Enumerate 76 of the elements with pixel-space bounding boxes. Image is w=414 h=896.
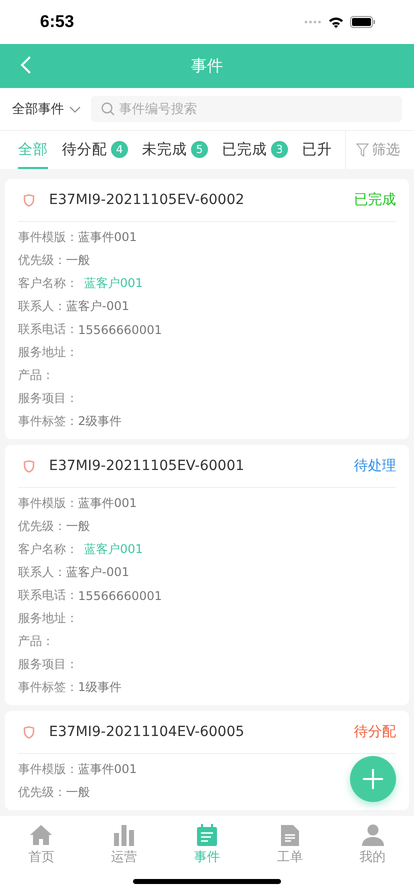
event-number: E37MI9-20211105EV-60001 bbox=[49, 458, 246, 474]
field-label: 优先级： bbox=[18, 252, 66, 269]
field-label: 产品： bbox=[18, 367, 54, 384]
nav-tab[interactable]: 首页 bbox=[0, 816, 83, 870]
field-label: 产品： bbox=[18, 633, 54, 650]
back-button[interactable] bbox=[20, 55, 32, 75]
field-value: 1级事件 bbox=[78, 679, 122, 696]
field-value: 蓝事件001 bbox=[78, 495, 137, 512]
event-card[interactable]: E37MI9-20211105EV-60001 待处理 事件模版：蓝事件001 优先级：一般 客户名称： 蓝客户001 联系人：蓝客户-001 联系电话：15566660001 服务地址： 产品： 服务项目： 事件标签：1级事件 bbox=[5, 445, 409, 705]
home-icon bbox=[29, 824, 54, 846]
field-label: 事件模版： bbox=[18, 229, 78, 246]
field-value: 蓝客户-001 bbox=[66, 298, 130, 315]
customer-link[interactable]: 蓝客户001 bbox=[84, 275, 143, 292]
field-label: 优先级： bbox=[18, 784, 66, 801]
field-label: 客户名称： bbox=[18, 541, 78, 558]
field-value: 一般 bbox=[66, 252, 90, 269]
status-tab[interactable]: 未完成 5 bbox=[142, 131, 208, 169]
event-status: 已完成 bbox=[354, 191, 396, 209]
event-number: E37MI9-20211105EV-60002 bbox=[49, 192, 246, 208]
chevron-down-icon bbox=[69, 106, 81, 112]
field-label: 客户名称： bbox=[18, 275, 78, 292]
status-tab[interactable]: 已完成 3 bbox=[222, 131, 288, 169]
count-badge: 4 bbox=[111, 140, 128, 158]
page-title: 事件 bbox=[191, 56, 223, 76]
field-label: 服务项目： bbox=[18, 390, 78, 407]
field-label: 服务地址： bbox=[18, 610, 78, 627]
field-value: 15566660001 bbox=[78, 322, 162, 336]
status-tab[interactable]: 待分配 4 bbox=[62, 131, 128, 169]
field-value: 蓝事件001 bbox=[78, 761, 137, 778]
field-value: 蓝事件001 bbox=[78, 229, 137, 246]
nav-tab[interactable]: 我的 bbox=[331, 816, 414, 870]
field-label: 联系电话： bbox=[18, 321, 78, 338]
customer-link[interactable]: 蓝客户001 bbox=[84, 541, 143, 558]
bar-chart-icon bbox=[113, 824, 136, 846]
event-status: 待处理 bbox=[354, 457, 396, 475]
search-field[interactable]: 事件编号搜索 bbox=[91, 96, 402, 122]
field-label: 服务项目： bbox=[18, 656, 78, 673]
count-badge: 3 bbox=[271, 140, 288, 158]
shield-icon bbox=[23, 726, 35, 738]
shield-icon bbox=[23, 194, 35, 206]
calendar-icon bbox=[196, 824, 218, 846]
field-value: 2级事件 bbox=[78, 413, 122, 430]
status-time: 6:53 bbox=[40, 12, 74, 32]
event-status: 待分配 bbox=[354, 723, 396, 741]
field-value: 15566660001 bbox=[78, 588, 162, 602]
nav-tab[interactable]: 工单 bbox=[248, 816, 332, 870]
field-label: 事件模版： bbox=[18, 495, 78, 512]
person-icon bbox=[362, 824, 384, 846]
status-tab[interactable]: 全部 bbox=[18, 131, 48, 169]
wifi-icon bbox=[328, 16, 344, 28]
field-label: 优先级： bbox=[18, 518, 66, 535]
field-label: 联系电话： bbox=[18, 587, 78, 604]
field-value: 蓝客户-001 bbox=[66, 564, 130, 581]
field-label: 事件标签： bbox=[18, 413, 78, 430]
battery-icon bbox=[350, 16, 376, 28]
count-badge: 5 bbox=[191, 140, 208, 158]
plus-icon bbox=[362, 768, 384, 790]
field-label: 联系人： bbox=[18, 564, 66, 581]
field-label: 事件模版： bbox=[18, 761, 78, 778]
event-number: E37MI9-20211104EV-60005 bbox=[49, 724, 246, 740]
document-icon bbox=[280, 824, 300, 846]
event-card[interactable]: E37MI9-20211104EV-60005 待分配 事件模版：蓝事件001 优先级：一般 bbox=[5, 711, 409, 810]
search-icon bbox=[101, 102, 115, 116]
event-card[interactable]: E37MI9-20211105EV-60002 已完成 事件模版：蓝事件001 优先级：一般 客户名称： 蓝客户001 联系人：蓝客户-001 联系电话：15566660001 服务地址： 产品： 服务项目： 事件标签：2级事件 bbox=[5, 179, 409, 439]
nav-tab[interactable]: 事件 bbox=[166, 816, 248, 870]
field-label: 事件标签： bbox=[18, 679, 78, 696]
event-type-dropdown[interactable]: 全部事件 bbox=[12, 100, 81, 118]
field-value: 一般 bbox=[66, 518, 90, 535]
field-value: 一般 bbox=[66, 784, 90, 801]
nav-tab[interactable]: 运营 bbox=[82, 816, 166, 870]
field-label: 服务地址： bbox=[18, 344, 78, 361]
funnel-icon bbox=[356, 143, 369, 157]
field-label: 联系人： bbox=[18, 298, 66, 315]
shield-icon bbox=[23, 460, 35, 472]
signal-icon bbox=[304, 20, 322, 24]
status-tab[interactable]: 已升 bbox=[302, 131, 332, 169]
